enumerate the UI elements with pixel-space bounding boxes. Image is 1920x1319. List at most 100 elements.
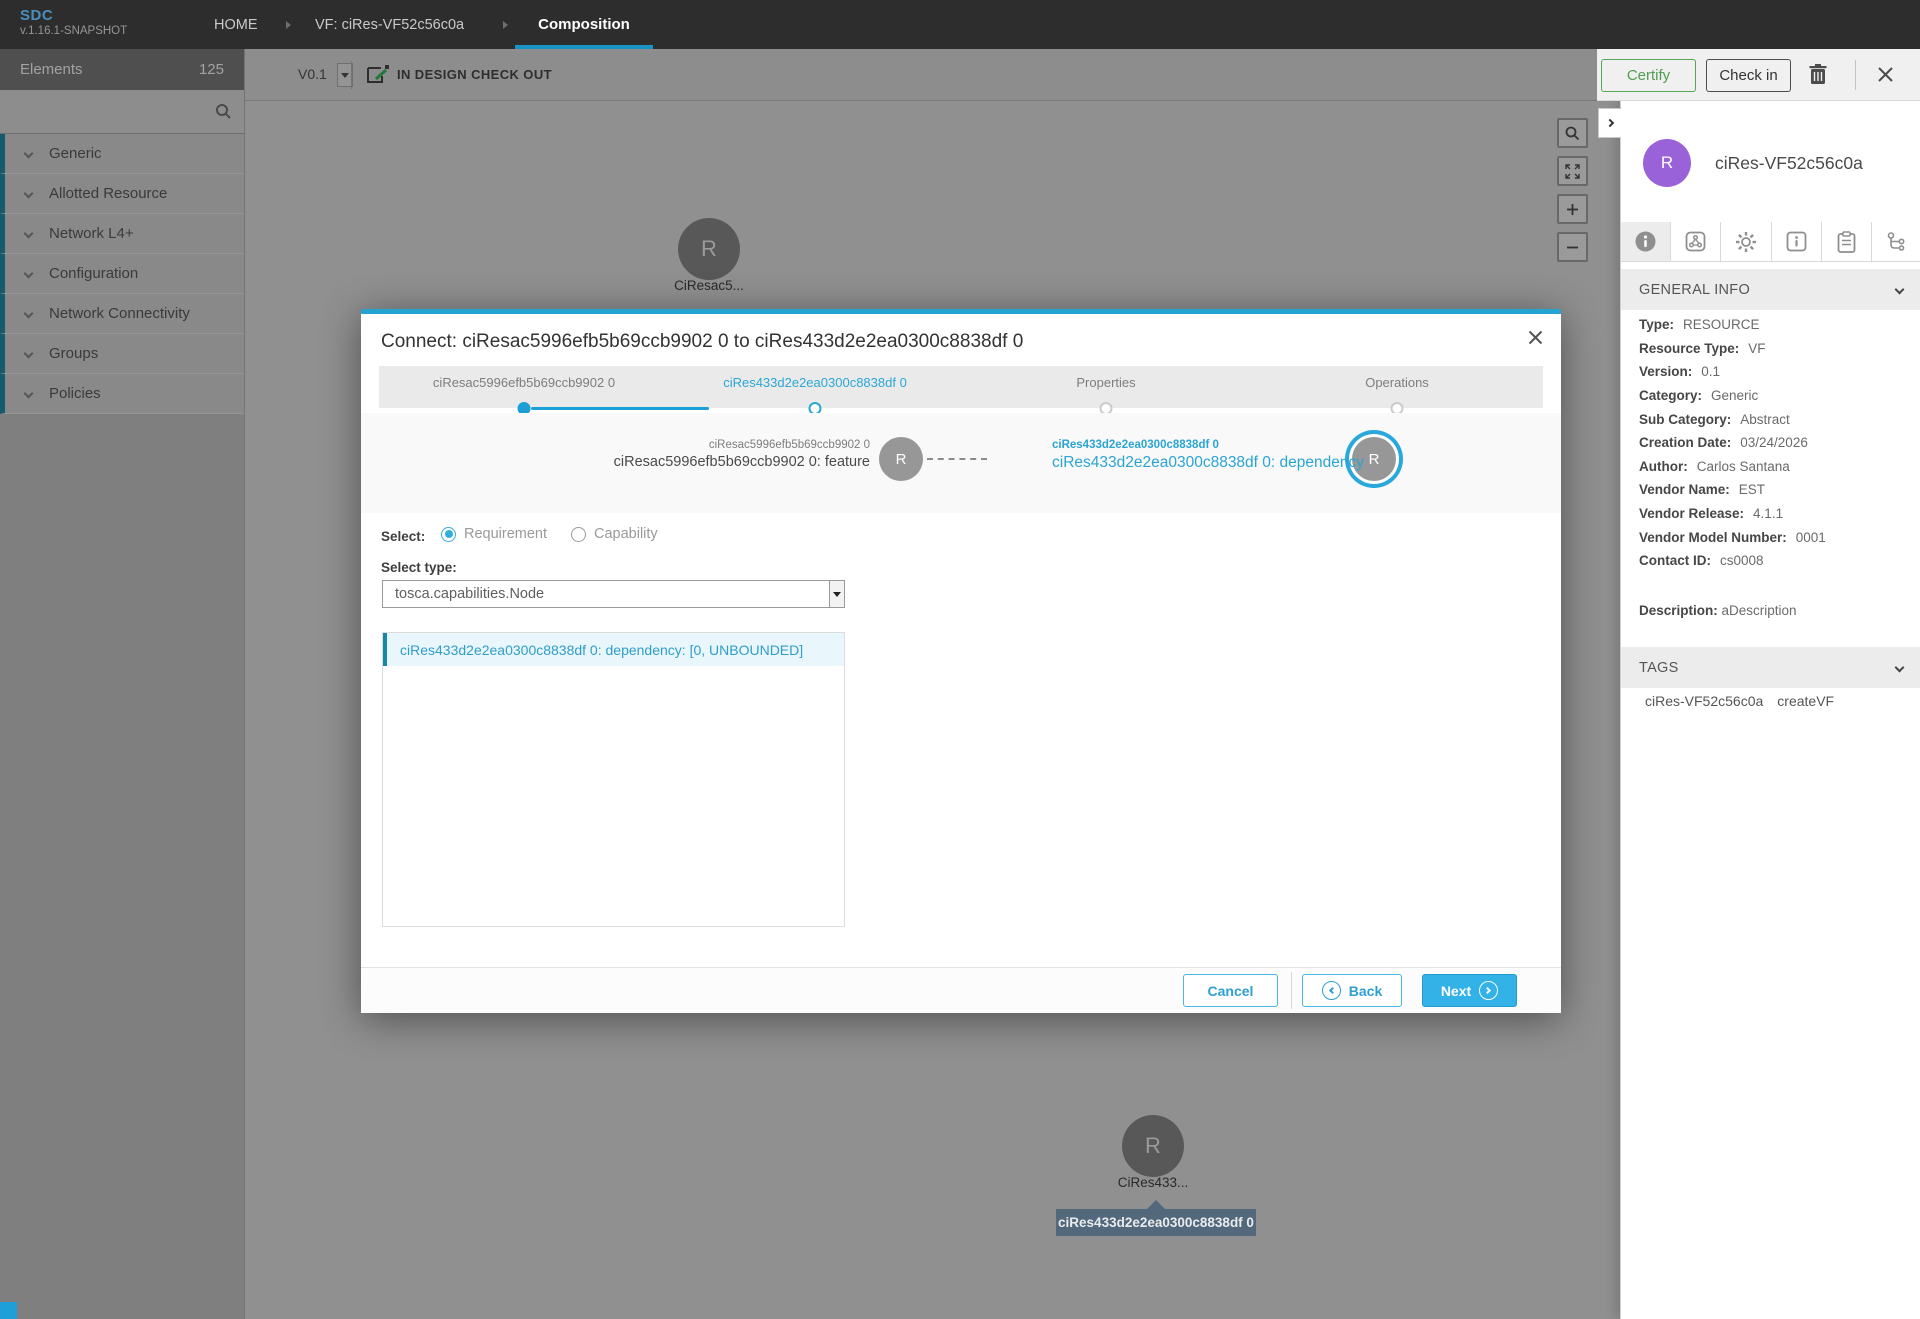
connection-preview: ciResac5996efb5b69ccb9902 0 ciResac5996e… [361, 413, 1561, 513]
category-label: Configuration [49, 265, 138, 282]
modal-title: Connect: ciResac5996efb5b69ccb9902 0 to … [381, 331, 1023, 353]
sdc-logo[interactable]: SDC v.1.16.1-SNAPSHOT [20, 7, 127, 37]
palette-category-configuration[interactable]: Configuration [0, 254, 244, 294]
cancel-button[interactable]: Cancel [1183, 974, 1278, 1007]
relations-icon [1886, 231, 1907, 252]
tab-information-artifacts[interactable] [1772, 222, 1822, 261]
tab-general-info[interactable] [1621, 222, 1671, 261]
from-node-circle: R [879, 437, 923, 481]
clipboard-icon [1837, 231, 1856, 253]
expand-icon [1565, 164, 1580, 179]
divider [351, 61, 352, 89]
close-workspace-button[interactable] [1877, 66, 1894, 86]
palette-category-policies[interactable]: Policies [0, 374, 244, 414]
panel-collapse-button[interactable] [1598, 108, 1621, 138]
tag-item: ciRes-VF52c56c0a [1645, 693, 1763, 709]
tab-composition[interactable]: Composition [515, 0, 653, 49]
fit-to-screen-button[interactable] [1557, 156, 1588, 186]
radio-unselected-icon [571, 527, 586, 542]
select-label: Select: [381, 529, 425, 544]
dropdown-arrow[interactable] [829, 581, 844, 607]
connection-dashed-line [927, 458, 987, 460]
general-info-header[interactable]: GENERAL INFO [1621, 269, 1920, 310]
palette-search-input[interactable] [0, 90, 244, 133]
tab-requirements-capabilities[interactable] [1872, 222, 1920, 261]
field-vendor-release: Vendor Release:4.1.1 [1639, 502, 1909, 526]
field-creation-date: Creation Date:03/24/2026 [1639, 431, 1909, 455]
workspace-actions: Certify Check in [1597, 49, 1920, 101]
to-node-labels: ciRes433d2e2ea0300c8838df 0 ciRes433d2e2… [1052, 439, 1364, 472]
canvas-node-top-label: CiResac5... [639, 278, 779, 293]
field-type: Type:RESOURCE [1639, 313, 1909, 337]
app-version: v.1.16.1-SNAPSHOT [20, 25, 127, 37]
composition-icon [1685, 231, 1706, 252]
tab-api-artifacts[interactable] [1822, 222, 1872, 261]
breadcrumb-separator-icon [286, 21, 291, 29]
magnifier-icon [1565, 126, 1580, 141]
radio-selected-icon [441, 527, 456, 542]
tab-deployment-artifacts[interactable] [1721, 222, 1771, 261]
checkin-button[interactable]: Check in [1706, 59, 1791, 92]
modal-footer: Cancel Back Next [361, 967, 1561, 1013]
next-button[interactable]: Next [1422, 974, 1517, 1007]
tags-header[interactable]: TAGS [1621, 647, 1920, 688]
node-initial: R [701, 236, 717, 262]
from-node-requirement: ciResac5996efb5b69ccb9902 0: feature [614, 454, 870, 470]
caret-down-icon [341, 73, 349, 78]
top-header: SDC v.1.16.1-SNAPSHOT HOME VF: ciRes-VF5… [0, 0, 1920, 49]
type-dropdown[interactable]: tosca.capabilities.Node [382, 580, 845, 608]
delete-button[interactable] [1809, 64, 1827, 88]
category-label: Policies [49, 385, 101, 402]
chevron-down-icon [24, 349, 34, 359]
section-heading: TAGS [1639, 660, 1679, 676]
zoom-out-button[interactable] [1557, 232, 1588, 262]
canvas-search-button[interactable] [1557, 118, 1588, 148]
canvas-node-bottom[interactable]: R [1122, 1115, 1184, 1177]
info-panel: R ciRes-VF52c56c0a GENERAL INFO [1620, 101, 1920, 1319]
chevron-down-icon [1895, 285, 1905, 295]
palette-category-allotted-resource[interactable]: Allotted Resource [0, 174, 244, 214]
requirement-list-item-selected[interactable]: ciRes433d2e2ea0300c8838df 0: dependency:… [383, 633, 844, 666]
canvas-node-top[interactable]: R [678, 218, 740, 280]
to-node-capability: ciRes433d2e2ea0300c8838df 0: dependency [1052, 454, 1364, 472]
radio-capability[interactable]: Capability [571, 526, 658, 542]
field-contact-id: Contact ID:cs0008 [1639, 549, 1909, 573]
category-label: Network L4+ [49, 225, 134, 242]
category-label: Groups [49, 345, 98, 362]
tab-composition-view[interactable] [1671, 222, 1721, 261]
palette-category-generic[interactable]: Generic [0, 134, 244, 174]
elements-palette: Elements 125 Generic Allotted Resource N… [0, 49, 245, 1319]
divider [1291, 972, 1292, 1009]
info-square-icon [1786, 231, 1807, 252]
chevron-down-icon [24, 149, 34, 159]
certify-button[interactable]: Certify [1601, 59, 1696, 92]
chevron-down-icon [24, 189, 34, 199]
field-description: Description: aDescription [1639, 603, 1797, 618]
palette-category-network-l4[interactable]: Network L4+ [0, 214, 244, 254]
radio-requirement[interactable]: Requirement [441, 526, 547, 542]
wizard-progress-line [531, 407, 709, 410]
breadcrumb-separator-icon [503, 21, 508, 29]
back-button[interactable]: Back [1302, 974, 1402, 1007]
category-label: Generic [49, 145, 102, 162]
palette-search [0, 90, 244, 134]
field-category: Category:Generic [1639, 384, 1909, 408]
palette-category-groups[interactable]: Groups [0, 334, 244, 374]
zoom-in-button[interactable] [1557, 194, 1588, 224]
chevron-right-circle-icon [1479, 981, 1498, 1000]
avatar-initial: R [1661, 153, 1673, 173]
node-tooltip: ciRes433d2e2ea0300c8838df 0 [1056, 1209, 1256, 1236]
palette-header: Elements 125 [0, 49, 244, 90]
modal-close-button[interactable] [1528, 330, 1543, 348]
panel-title: ciRes-VF52c56c0a [1715, 153, 1863, 174]
breadcrumb-home[interactable]: HOME [214, 0, 258, 49]
to-node-name: ciRes433d2e2ea0300c8838df 0 [1052, 439, 1364, 451]
tooltip-pointer [1147, 1200, 1165, 1209]
breadcrumb-vf[interactable]: VF: ciRes-VF52c56c0a [315, 0, 464, 49]
radio-capability-label: Capability [594, 526, 658, 542]
chevron-down-icon [24, 309, 34, 319]
field-sub-category: Sub Category:Abstract [1639, 407, 1909, 431]
from-node-labels: ciResac5996efb5b69ccb9902 0 ciResac5996e… [614, 439, 870, 470]
palette-category-network-connectivity[interactable]: Network Connectivity [0, 294, 244, 334]
wizard-steps: ciResac5996efb5b69ccb9902 0 ciRes433d2e2… [379, 366, 1543, 408]
